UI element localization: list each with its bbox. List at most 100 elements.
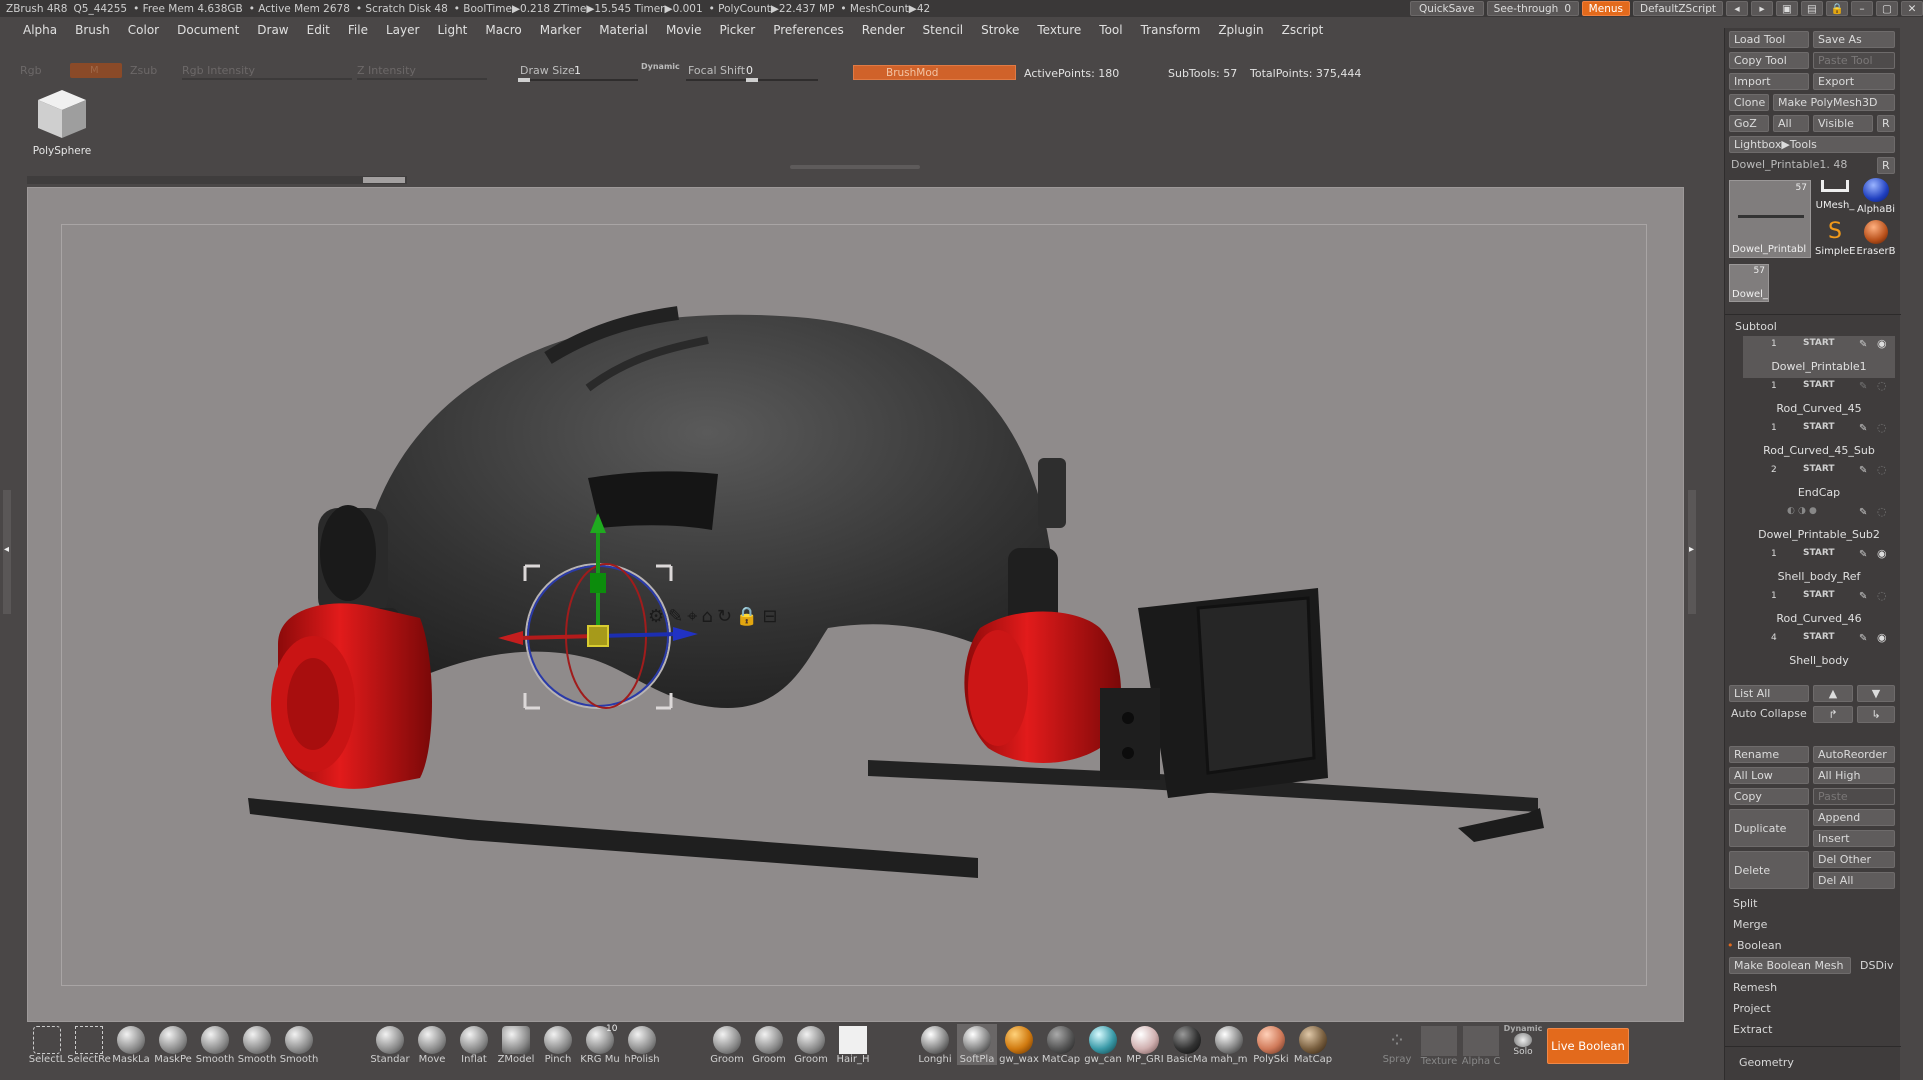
z-intensity-slider[interactable]: Z Intensity <box>357 64 416 77</box>
history-marker[interactable] <box>363 177 405 183</box>
dsdiv-slider[interactable]: DSDiv <box>1860 959 1894 972</box>
ui-layout-icon[interactable]: ▣ <box>1776 1 1798 16</box>
lock-icon[interactable]: 🔒 <box>736 606 758 627</box>
material-mah[interactable]: mah_m <box>1209 1024 1249 1065</box>
spray-stroke[interactable]: ⁘ Spray <box>1377 1024 1417 1065</box>
maximize-icon[interactable]: ▢ <box>1876 1 1898 16</box>
umesh-tool[interactable]: UMesh_ <box>1815 178 1855 220</box>
chevron-right-icon[interactable]: ▸ <box>1689 544 1694 555</box>
texture-picker[interactable]: Texture <box>1419 1024 1459 1067</box>
live-boolean-button[interactable]: Live Boolean <box>1547 1028 1629 1064</box>
hpolish-brush[interactable]: hPolish <box>622 1024 662 1065</box>
default-zscript-button[interactable]: DefaultZScript <box>1632 1 1723 16</box>
boolean-ops-icon[interactable]: ◐ ◑ ● <box>1787 506 1817 516</box>
minimize-icon[interactable]: – <box>1851 1 1873 16</box>
groom-brush-3[interactable]: Groom <box>791 1024 831 1065</box>
arrow-down-icon[interactable]: ▼ <box>1857 685 1895 702</box>
merge-section[interactable]: Merge <box>1733 918 1767 931</box>
goz-all-button[interactable]: All <box>1773 115 1809 132</box>
scene-render[interactable] <box>28 188 1685 1023</box>
pin-icon[interactable]: ✎ <box>668 606 683 627</box>
tool-r-button[interactable]: R <box>1877 157 1895 174</box>
subtool-item[interactable]: 1 START ✎ ◉ Shell_body_Ref <box>1743 546 1895 588</box>
subtool-item[interactable]: 1 START ✎ ◌ Rod_Curved_45 <box>1743 378 1895 420</box>
subtool-item[interactable]: 4 START ✎ ◉ Shell_body <box>1743 630 1895 672</box>
all-low-button[interactable]: All Low <box>1729 767 1809 784</box>
material-softplastic[interactable]: SoftPla <box>957 1024 997 1065</box>
menu-transform[interactable]: Transform <box>1132 23 1210 37</box>
simplebrush-tool[interactable]: S SimpleE <box>1815 220 1855 262</box>
list-all-button[interactable]: List All <box>1729 685 1809 702</box>
close-icon[interactable]: ✕ <box>1901 1 1923 16</box>
all-high-button[interactable]: All High <box>1813 767 1895 784</box>
subtool-item[interactable]: 1 START ✎ ◌ Rod_Curved_45_Sub <box>1743 420 1895 462</box>
brush-icon[interactable]: ✎ <box>1859 591 1867 602</box>
dynamic-toggle[interactable]: Dynamic <box>641 62 680 71</box>
history-bar[interactable] <box>27 176 407 184</box>
lightbox-tools-button[interactable]: Lightbox▶Tools <box>1729 136 1895 153</box>
polysphere-tool[interactable]: PolySphere <box>28 86 96 162</box>
pinch-brush[interactable]: Pinch <box>538 1024 578 1065</box>
selectlasso-tool[interactable]: SelectL <box>27 1024 67 1065</box>
menus-button[interactable]: Menus <box>1581 1 1630 16</box>
material-gw-can[interactable]: gw_can <box>1083 1024 1123 1065</box>
material-longhi[interactable]: Longhi <box>915 1024 955 1065</box>
export-button[interactable]: Export <box>1813 73 1895 90</box>
shelf-resize-handle[interactable] <box>790 165 920 169</box>
quicksave-button[interactable]: QuickSave <box>1409 1 1484 16</box>
eye-icon[interactable]: ◌ <box>1877 379 1887 392</box>
menu-zscript[interactable]: Zscript <box>1273 23 1333 37</box>
krg-multi-brush[interactable]: 10 KRG Mu <box>580 1024 620 1065</box>
home-icon[interactable]: ⌂ <box>701 606 712 627</box>
alphabrush-tool[interactable]: AlphaBi <box>1855 178 1897 220</box>
standard-brush[interactable]: Standar <box>370 1024 410 1065</box>
minus-icon[interactable]: ⊟ <box>762 606 777 627</box>
eraserbrush-tool[interactable]: EraserB <box>1855 220 1897 262</box>
eye-icon[interactable]: ◉ <box>1877 547 1887 560</box>
smooth-tool[interactable]: Smooth <box>195 1024 235 1065</box>
paste-button[interactable]: Paste <box>1813 788 1895 805</box>
copy-button[interactable]: Copy <box>1729 788 1809 805</box>
make-boolean-mesh-button[interactable]: Make Boolean Mesh <box>1729 957 1851 974</box>
zmodeler-brush[interactable]: ZModel <box>496 1024 536 1065</box>
focal-shift-slider[interactable]: Focal Shift 0 <box>686 62 818 82</box>
brush-icon[interactable]: ✎ <box>1859 423 1867 434</box>
brush-icon[interactable]: ✎ <box>1859 549 1867 560</box>
eye-icon[interactable]: ◉ <box>1877 337 1887 350</box>
focal-shift-handle[interactable] <box>746 78 758 82</box>
draw-size-slider[interactable]: Draw Size 1 <box>518 62 638 82</box>
mrgb-toggle[interactable]: M <box>70 63 122 78</box>
layout-left-icon[interactable]: ◂ <box>1726 1 1748 16</box>
subtool-item[interactable]: 2 START ✎ ◌ EndCap <box>1743 462 1895 504</box>
rod-left[interactable] <box>248 798 978 878</box>
insert-button[interactable]: Insert <box>1813 830 1895 847</box>
del-all-button[interactable]: Del All <box>1813 872 1895 889</box>
menu-tool[interactable]: Tool <box>1090 23 1131 37</box>
remesh-section[interactable]: Remesh <box>1733 981 1777 994</box>
material-mp-grey[interactable]: MP_GRI <box>1125 1024 1165 1065</box>
brush-icon[interactable]: ✎ <box>1859 381 1867 392</box>
maskpen-tool[interactable]: MaskPe <box>153 1024 193 1065</box>
rgb-intensity-slider[interactable]: Rgb Intensity <box>182 64 255 77</box>
material-matcap[interactable]: MatCap <box>1041 1024 1081 1065</box>
menu-zplugin[interactable]: Zplugin <box>1209 23 1272 37</box>
current-tool-slider[interactable]: Dowel_Printable1. 48 <box>1731 158 1847 171</box>
chevron-left-icon[interactable]: ◂ <box>4 544 9 555</box>
geometry-section[interactable]: Geometry <box>1739 1056 1794 1069</box>
menu-marker[interactable]: Marker <box>531 23 590 37</box>
clone-button[interactable]: Clone <box>1729 94 1769 111</box>
subtool-item[interactable]: 1 START ✎ ◌ Rod_Curved_46 <box>1743 588 1895 630</box>
goz-r-button[interactable]: R <box>1877 115 1895 132</box>
helmet-shell[interactable] <box>358 306 1056 708</box>
copy-tool-button[interactable]: Copy Tool <box>1729 52 1809 69</box>
masklasso-tool[interactable]: MaskLa <box>111 1024 151 1065</box>
brush-icon[interactable]: ✎ <box>1859 633 1867 644</box>
menu-render[interactable]: Render <box>853 23 914 37</box>
small-tool-thumb[interactable]: 57 Dowel_ <box>1729 264 1769 302</box>
import-button[interactable]: Import <box>1729 73 1809 90</box>
menu-brush[interactable]: Brush <box>66 23 119 37</box>
move-brush[interactable]: Move <box>412 1024 452 1065</box>
ui-toggle-icon[interactable]: ▤ <box>1801 1 1823 16</box>
location-icon[interactable]: ⌖ <box>687 606 697 627</box>
goz-visible-button[interactable]: Visible <box>1813 115 1873 132</box>
